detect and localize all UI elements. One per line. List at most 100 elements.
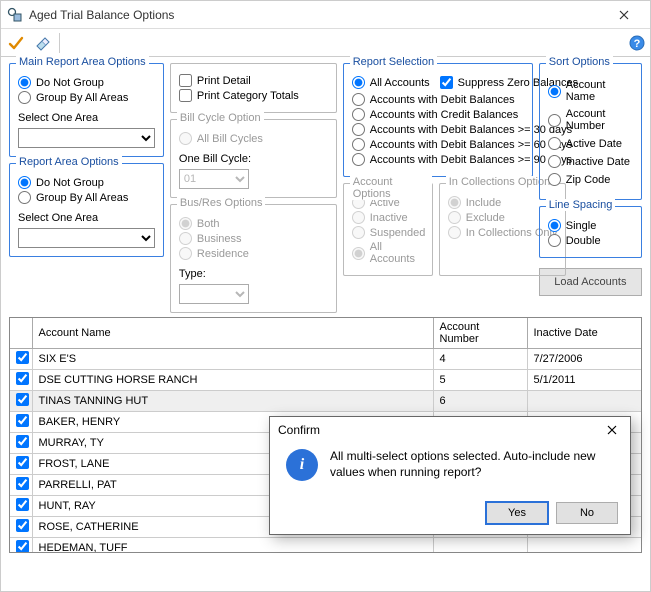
table-row[interactable]: TINAS TANNING HUT6 <box>10 391 641 412</box>
print-cat-totals[interactable]: Print Category Totals <box>179 89 328 102</box>
row-check-cell[interactable] <box>10 454 32 475</box>
row-check-cell[interactable] <box>10 496 32 517</box>
help-button[interactable]: ? <box>628 34 646 52</box>
report-area-combo[interactable] <box>18 228 155 248</box>
close-button[interactable] <box>604 1 644 28</box>
report-area-legend: Report Area Options <box>16 156 122 168</box>
sort-number-label: Account Number <box>566 108 633 132</box>
busres-business-label: Business <box>197 233 242 245</box>
sort-account-name[interactable]: Account Name <box>548 79 633 103</box>
ao-all-label: All Accounts <box>370 241 424 265</box>
table-header-row: Account Name Account Number Inactive Dat… <box>10 318 641 349</box>
print-detail[interactable]: Print Detail <box>179 74 328 87</box>
busres-legend: Bus/Res Options <box>177 197 266 209</box>
row-check[interactable] <box>16 498 29 511</box>
rs-all-radio[interactable] <box>352 76 365 89</box>
row-check[interactable] <box>16 393 29 406</box>
rs-debit60-radio[interactable] <box>352 138 365 151</box>
sort-account-number[interactable]: Account Number <box>548 108 633 132</box>
accept-button[interactable] <box>5 32 27 54</box>
dialog-no-button[interactable]: No <box>556 502 618 524</box>
row-check[interactable] <box>16 519 29 532</box>
main-area-combo[interactable] <box>18 128 155 148</box>
ao-suspended: Suspended <box>352 226 424 239</box>
rs-all-label: All Accounts <box>370 77 430 89</box>
bill-cycle-combo: 01 <box>179 169 249 189</box>
account-options-group: Account Options Active Inactive Suspende… <box>343 183 433 276</box>
row-check-cell[interactable] <box>10 433 32 454</box>
row-check-cell[interactable] <box>10 391 32 412</box>
sort-inactive-date[interactable]: Inactive Date <box>548 155 633 168</box>
dialog-close-button[interactable] <box>602 423 622 438</box>
main-opt-no-group-radio[interactable] <box>18 76 31 89</box>
dialog-title: Confirm <box>278 423 602 437</box>
report-opt-group-all[interactable]: Group By All Areas <box>18 191 155 204</box>
svg-text:?: ? <box>634 38 641 50</box>
rs-suppress-check[interactable] <box>440 76 453 89</box>
row-check[interactable] <box>16 456 29 469</box>
main-opt-group-all[interactable]: Group By All Areas <box>18 91 155 104</box>
rs-credit[interactable]: Accounts with Credit Balances <box>352 108 524 121</box>
ls-double-label: Double <box>566 235 601 247</box>
clear-button[interactable] <box>31 32 53 54</box>
rs-debit30[interactable]: Accounts with Debit Balances >= 30 days <box>352 123 524 136</box>
row-check[interactable] <box>16 477 29 490</box>
hdr-account-number[interactable]: Account Number <box>433 318 527 349</box>
row-check[interactable] <box>16 540 29 553</box>
row-check[interactable] <box>16 351 29 364</box>
sort-active-radio[interactable] <box>548 137 561 150</box>
row-check-cell[interactable] <box>10 538 32 554</box>
sort-zip-radio[interactable] <box>548 173 561 186</box>
row-check[interactable] <box>16 414 29 427</box>
sort-inactive-radio[interactable] <box>548 155 561 168</box>
sort-name-radio[interactable] <box>548 85 561 98</box>
busres-business: Business <box>179 232 328 245</box>
row-check[interactable] <box>16 435 29 448</box>
row-check-cell[interactable] <box>10 475 32 496</box>
row-check-cell[interactable] <box>10 370 32 391</box>
sort-zip[interactable]: Zip Code <box>548 173 633 186</box>
rs-debit90-radio[interactable] <box>352 153 365 166</box>
report-opt-group-all-radio[interactable] <box>18 191 31 204</box>
ao-all: All Accounts <box>352 241 424 265</box>
ls-double-radio[interactable] <box>548 234 561 247</box>
table-row[interactable]: DSE CUTTING HORSE RANCH55/1/2011 <box>10 370 641 391</box>
row-check-cell[interactable] <box>10 412 32 433</box>
account-collections-row: Account Options Active Inactive Suspende… <box>343 183 533 276</box>
report-area-group: Report Area Options Do Not Group Group B… <box>9 163 164 257</box>
main-opt-no-group[interactable]: Do Not Group <box>18 76 155 89</box>
row-check-cell[interactable] <box>10 517 32 538</box>
sort-active-date[interactable]: Active Date <box>548 137 633 150</box>
rs-debit30-radio[interactable] <box>352 123 365 136</box>
rs-debit90[interactable]: Accounts with Debit Balances >= 90 days <box>352 153 524 166</box>
ic-only-radio <box>448 226 461 239</box>
ls-single-radio[interactable] <box>548 219 561 232</box>
hdr-check[interactable] <box>10 318 32 349</box>
report-opt-no-group[interactable]: Do Not Group <box>18 176 155 189</box>
report-opt-no-group-radio[interactable] <box>18 176 31 189</box>
table-row[interactable]: SIX E'S47/27/2006 <box>10 349 641 370</box>
print-cat-totals-check[interactable] <box>179 89 192 102</box>
dialog-yes-button[interactable]: Yes <box>486 502 548 524</box>
row-check-cell[interactable] <box>10 349 32 370</box>
rs-debit[interactable]: Accounts with Debit Balances <box>352 93 524 106</box>
hdr-inactive-date[interactable]: Inactive Date <box>527 318 641 349</box>
sort-number-radio[interactable] <box>548 114 561 127</box>
row-check[interactable] <box>16 372 29 385</box>
hdr-account-name[interactable]: Account Name <box>32 318 433 349</box>
rs-debit-radio[interactable] <box>352 93 365 106</box>
ao-suspended-radio <box>352 226 365 239</box>
ls-single[interactable]: Single <box>548 219 633 232</box>
ls-double[interactable]: Double <box>548 234 633 247</box>
print-detail-check[interactable] <box>179 74 192 87</box>
main-opt-group-all-radio[interactable] <box>18 91 31 104</box>
row-number: 5 <box>433 370 527 391</box>
rs-all-accounts[interactable]: All Accounts <box>352 76 430 89</box>
ao-all-radio <box>352 247 365 260</box>
rs-credit-radio[interactable] <box>352 108 365 121</box>
help-icon: ? <box>629 35 645 51</box>
rs-debit60[interactable]: Accounts with Debit Balances >= 60 days <box>352 138 524 151</box>
print-cat-totals-label: Print Category Totals <box>197 90 299 102</box>
busres-residence: Residence <box>179 247 328 260</box>
table-row[interactable]: HEDEMAN, TUFF <box>10 538 641 554</box>
